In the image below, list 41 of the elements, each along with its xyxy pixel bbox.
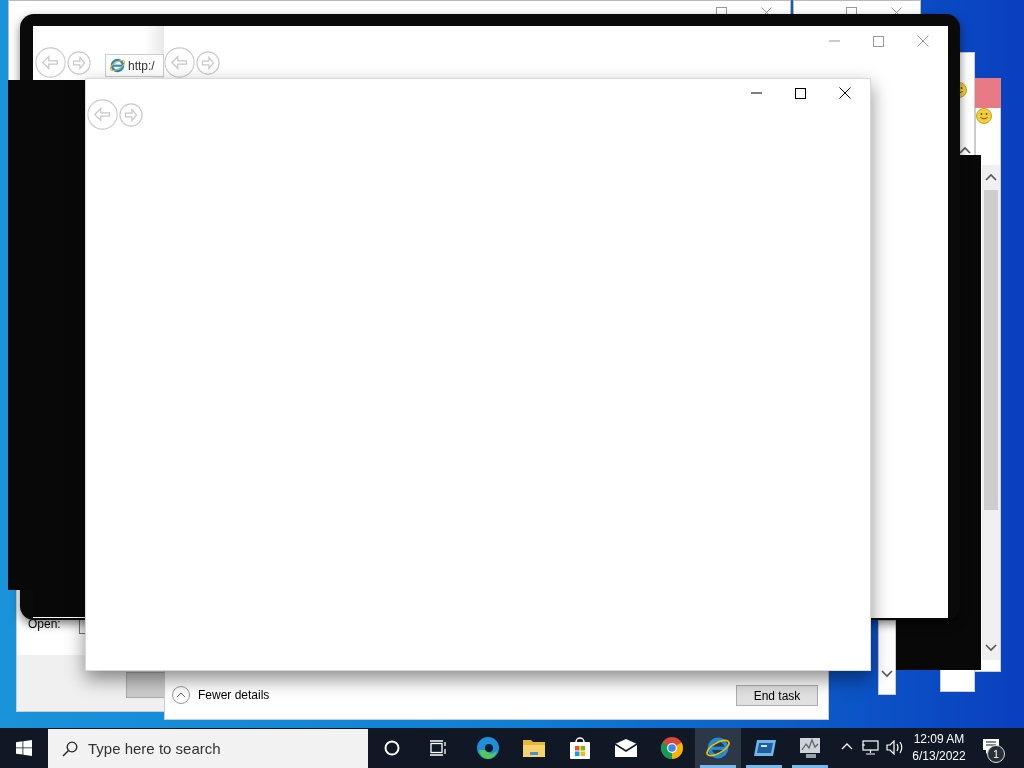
maximize-icon bbox=[872, 35, 884, 47]
folder-icon bbox=[522, 737, 546, 759]
clock-button[interactable]: 12:09 AM 6/13/2022 bbox=[906, 728, 972, 768]
scroll-up-icon[interactable] bbox=[985, 173, 997, 181]
search-icon bbox=[62, 741, 78, 757]
address-bar[interactable]: http:/ bbox=[105, 54, 164, 77]
end-task-button[interactable]: End task bbox=[736, 685, 818, 706]
scroll-thumb[interactable] bbox=[984, 190, 998, 510]
search-field[interactable]: Type here to search bbox=[48, 729, 368, 768]
clock-time: 12:09 AM bbox=[913, 731, 965, 748]
browser-swirl-icon bbox=[476, 736, 500, 760]
windows-logo-icon bbox=[16, 740, 32, 756]
envelope-icon bbox=[614, 738, 638, 758]
clock-date: 6/13/2022 bbox=[912, 748, 966, 765]
volume-icon[interactable] bbox=[886, 740, 904, 755]
open-label: Open: bbox=[28, 616, 61, 633]
fewer-details-button[interactable]: Fewer details bbox=[172, 686, 270, 704]
close-icon bbox=[839, 87, 851, 99]
collapse-icon bbox=[172, 686, 190, 704]
browser-logo-icon bbox=[109, 57, 126, 74]
scroll-down-icon[interactable] bbox=[985, 644, 997, 652]
screen-icon bbox=[751, 738, 777, 758]
chrome-icon bbox=[660, 736, 684, 760]
minimize-icon bbox=[750, 92, 762, 94]
minimize-icon bbox=[828, 40, 840, 42]
dialog-button[interactable] bbox=[126, 672, 166, 698]
taskbar-app-button[interactable] bbox=[695, 728, 741, 768]
circle-icon bbox=[384, 740, 400, 756]
shopping-bag-icon bbox=[569, 736, 591, 760]
address-text: http:/ bbox=[128, 57, 155, 75]
chevron-up-icon[interactable] bbox=[841, 742, 853, 750]
scrollbar[interactable] bbox=[982, 165, 1000, 660]
browser-logo-icon bbox=[705, 735, 731, 761]
task-view-icon bbox=[430, 740, 448, 756]
maximize-icon bbox=[794, 87, 806, 99]
network-icon[interactable] bbox=[862, 740, 880, 755]
smiley-icon bbox=[976, 108, 992, 124]
scroll-down-icon[interactable] bbox=[881, 670, 893, 678]
scroll-up-icon[interactable] bbox=[959, 146, 971, 154]
close-icon bbox=[917, 35, 929, 47]
monitor-chart-icon bbox=[797, 736, 823, 760]
